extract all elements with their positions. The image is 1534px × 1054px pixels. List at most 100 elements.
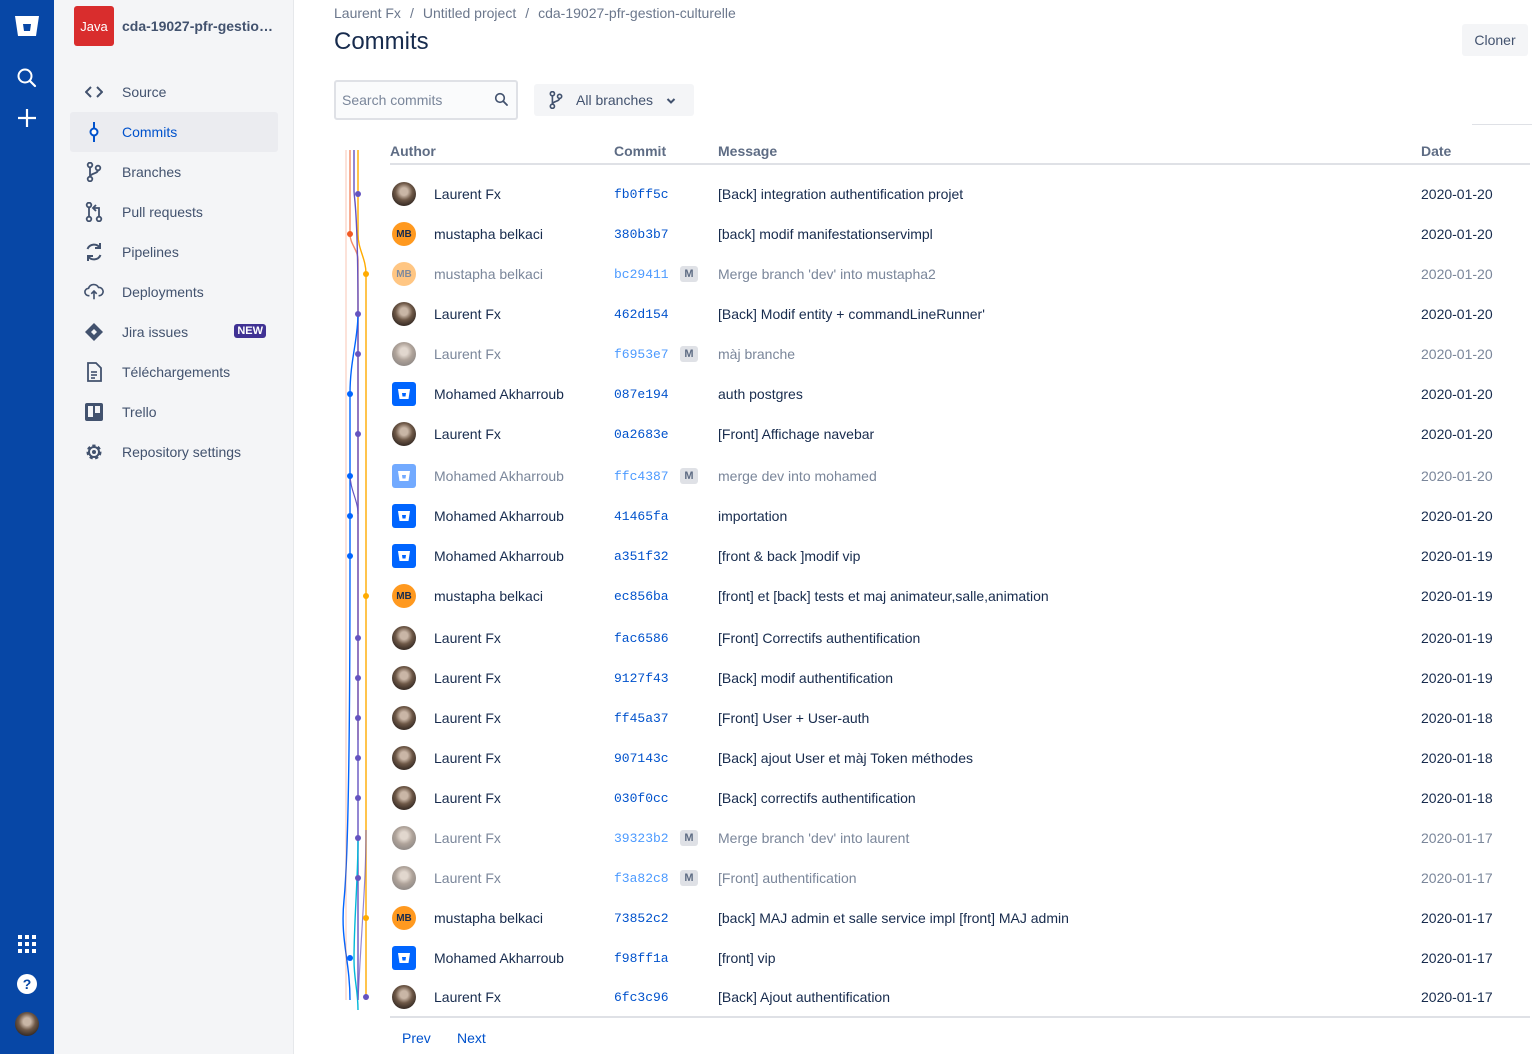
commit-hash-link[interactable]: 087e194 [614,374,669,414]
commit-hash-link[interactable]: ffc4387 [614,456,669,496]
sidebar-item-branches[interactable]: Branches [70,152,278,192]
commit-message[interactable]: importation [718,496,787,536]
sidebar-item-repository-settings[interactable]: Repository settings [70,432,278,472]
table-row[interactable]: Laurent Fx fb0ff5c [Back] integration auth… [390,174,1530,214]
commit-hash-link[interactable]: fac6586 [614,618,669,658]
commit-message[interactable]: [Back] ajout User et màj Token méthodes [718,738,973,778]
table-row[interactable]: Laurent Fx ff45a37 [Front] User + User-aut… [390,698,1530,738]
commit-hash-link[interactable]: f6953e7 [614,334,669,374]
table-row[interactable]: Laurent Fx 9127f43 [Back] modif authentifi… [390,658,1530,698]
commit-message[interactable]: [Back] Modif entity + commandLineRunner' [718,294,985,334]
table-row[interactable]: Mohamed Akharroub f98ff1a [front] vip 2020-… [390,938,1530,978]
commit-message[interactable]: [Back] modif authentification [718,658,893,698]
commit-hash-link[interactable]: f98ff1a [614,938,669,978]
bitbucket-logo-icon[interactable] [7,6,47,46]
search-input[interactable] [342,92,488,108]
commit-date: 2020-01-17 [1421,910,1493,926]
table-row[interactable]: Laurent Fx f3a82c8 M [Front] authentificati… [390,858,1530,898]
commit-hash-link[interactable]: 9127f43 [614,658,669,698]
commit-message[interactable]: màj branche [718,334,795,374]
commit-hash-link[interactable]: 462d154 [614,294,669,334]
header-commit[interactable]: Commit [614,143,666,159]
breadcrumb-repository[interactable]: cda-19027-pfr-gestion-culturelle [538,5,736,21]
commit-message[interactable]: [front & back ]modif vip [718,536,860,576]
clone-button[interactable]: Cloner [1462,24,1528,56]
branch-filter-dropdown[interactable]: All branches [534,84,694,116]
commit-author: Mohamed Akharroub [434,468,564,484]
table-row[interactable]: Mohamed Akharroub 41465fa importation 2020-… [390,496,1530,536]
commit-hash-link[interactable]: 030f0cc [614,778,669,818]
search-icon[interactable] [7,58,47,98]
commit-hash-link[interactable]: 907143c [614,738,669,778]
author-avatar [392,334,416,374]
app-switcher-icon[interactable] [7,924,47,964]
table-row[interactable]: MB mustapha belkaci bc29411 M Merge branch '… [390,254,1530,294]
commit-message[interactable]: [Front] Correctifs authentification [718,618,920,658]
header-message[interactable]: Message [718,143,777,159]
commit-message[interactable]: merge dev into mohamed [718,456,877,496]
create-icon[interactable] [7,98,47,138]
commit-message[interactable]: [Front] User + User-auth [718,698,869,738]
breadcrumb-project[interactable]: Untitled project [423,5,516,21]
table-row[interactable]: Laurent Fx f6953e7 Mmàj branche 2020-01-20 [390,334,1530,374]
sidebar-item-pipelines[interactable]: Pipelines [70,232,278,272]
table-row[interactable]: Laurent Fx 030f0cc [Back] correctifs authe… [390,778,1530,818]
search-icon[interactable] [494,92,510,108]
breadcrumb-owner[interactable]: Laurent Fx [334,5,401,21]
commit-hash-link[interactable]: 0a2683e [614,414,669,454]
commit-message[interactable]: [back] MAJ admin et salle service impl [… [718,898,1069,938]
table-row[interactable]: Laurent Fx 462d154 [Back] Modif entity + c… [390,294,1530,334]
commit-message[interactable]: [front] et [back] tests et maj animateur… [718,576,1049,616]
table-row[interactable]: MB mustapha belkaci ec856ba [front] et [bac… [390,576,1530,616]
profile-avatar[interactable] [7,1004,47,1044]
commit-hash-link[interactable]: 73852c2 [614,898,669,938]
help-icon[interactable]: ? [7,964,47,1004]
commit-hash-link[interactable]: 39323b2 [614,818,669,858]
commit-hash-link[interactable]: ff45a37 [614,698,669,738]
graph-node [355,191,361,197]
header-date[interactable]: Date [1421,143,1451,159]
commit-message[interactable]: [Back] integration authentification proj… [718,174,963,214]
table-row[interactable]: Mohamed Akharroub a351f32 [front & back ]m… [390,536,1530,576]
sidebar-item-commits[interactable]: Commits [70,112,278,152]
table-row[interactable]: Mohamed Akharroub 087e194 auth postgres 202… [390,374,1530,414]
commit-message[interactable]: [Back] correctifs authentification [718,778,916,818]
commit-message[interactable]: auth postgres [718,374,803,414]
sidebar-item-trello[interactable]: Trello [70,392,278,432]
commit-hash-link[interactable]: ec856ba [614,576,669,616]
commit-message[interactable]: [Front] authentification [718,858,857,898]
table-row[interactable]: Mohamed Akharroub ffc4387 Mmerge dev into … [390,456,1530,496]
author-avatar: MB [392,576,416,616]
table-row[interactable]: Laurent Fx 907143c [Back] ajout User et mà… [390,738,1530,778]
deployments-icon [84,282,104,302]
repo-header[interactable]: Java cda-19027-pfr-gestion... [74,5,284,47]
commit-message[interactable]: [Front] Affichage navebar [718,414,874,454]
divider [390,1016,1530,1018]
commit-message[interactable]: Merge branch 'dev' into laurent [718,818,909,858]
commit-message[interactable]: [back] modif manifestationservimpl [718,214,933,254]
commit-hash-link[interactable]: 6fc3c96 [614,977,669,1017]
header-author[interactable]: Author [390,143,436,159]
sidebar-item-downloads[interactable]: Téléchargements [70,352,278,392]
sidebar-item-pull-requests[interactable]: Pull requests [70,192,278,232]
commit-hash-link[interactable]: bc29411 [614,254,669,294]
table-row[interactable]: MB mustapha belkaci 380b3b7 [back] modif ma… [390,214,1530,254]
table-row[interactable]: Laurent Fx 6fc3c96 [Back] Ajout authentifi… [390,977,1530,1017]
next-button[interactable]: Next [457,1030,486,1046]
sidebar-item-jira-issues[interactable]: Jira issues NEW [70,312,278,352]
commit-message[interactable]: [Back] Ajout authentification [718,977,890,1017]
commit-hash-link[interactable]: 41465fa [614,496,669,536]
commit-hash-link[interactable]: 380b3b7 [614,214,669,254]
table-row[interactable]: Laurent Fx fac6586 [Front] Correctifs auth… [390,618,1530,658]
commit-hash-link[interactable]: f3a82c8 [614,858,669,898]
table-row[interactable]: Laurent Fx 0a2683e [Front] Affichage naveb… [390,414,1530,454]
table-row[interactable]: MB mustapha belkaci 73852c2 [back] MAJ admi… [390,898,1530,938]
table-row[interactable]: Laurent Fx 39323b2 M Merge branch 'dev' int… [390,818,1530,858]
prev-button[interactable]: Prev [402,1030,431,1046]
sidebar-item-source[interactable]: Source [70,72,278,112]
sidebar-item-deployments[interactable]: Deployments [70,272,278,312]
commit-hash-link[interactable]: a351f32 [614,536,669,576]
commit-message[interactable]: [front] vip [718,938,776,978]
commit-hash-link[interactable]: fb0ff5c [614,174,669,214]
commit-message[interactable]: Merge branch 'dev' into mustapha2 [718,254,936,294]
